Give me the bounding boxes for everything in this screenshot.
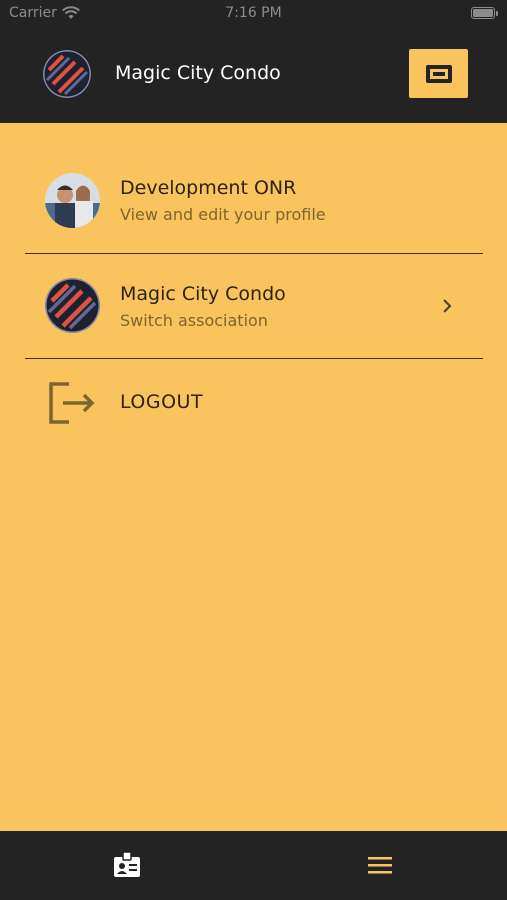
association-name: Magic City Condo	[120, 283, 286, 305]
card-icon	[425, 64, 452, 83]
logout-icon[interactable]	[47, 381, 97, 425]
divider	[25, 358, 483, 359]
status-bar: Carrier 7:16 PM	[0, 0, 507, 28]
association-avatar[interactable]	[43, 50, 91, 98]
clock: 7:16 PM	[225, 5, 282, 21]
app-header: Carrier 7:16 PM Magic City Condo	[0, 0, 507, 123]
chevron-right-icon	[443, 299, 452, 313]
id-badge-icon[interactable]	[113, 851, 141, 879]
profile-menu-item[interactable]: Development ONR View and edit your profi…	[0, 160, 507, 253]
hamburger-menu-icon[interactable]	[368, 855, 392, 875]
logout-button[interactable]: LOGOUT	[120, 391, 203, 413]
profile-name: Development ONR	[120, 177, 297, 199]
profile-avatar	[45, 173, 100, 228]
card-button[interactable]	[409, 49, 468, 98]
association-subtitle: Switch association	[120, 311, 268, 330]
header-title: Magic City Condo	[115, 62, 281, 84]
battery-icon	[471, 7, 498, 19]
tab-bar	[0, 831, 507, 900]
switch-association-item[interactable]: Magic City Condo Switch association	[0, 254, 507, 358]
profile-subtitle: View and edit your profile	[120, 205, 326, 224]
association-row-avatar	[45, 278, 100, 333]
